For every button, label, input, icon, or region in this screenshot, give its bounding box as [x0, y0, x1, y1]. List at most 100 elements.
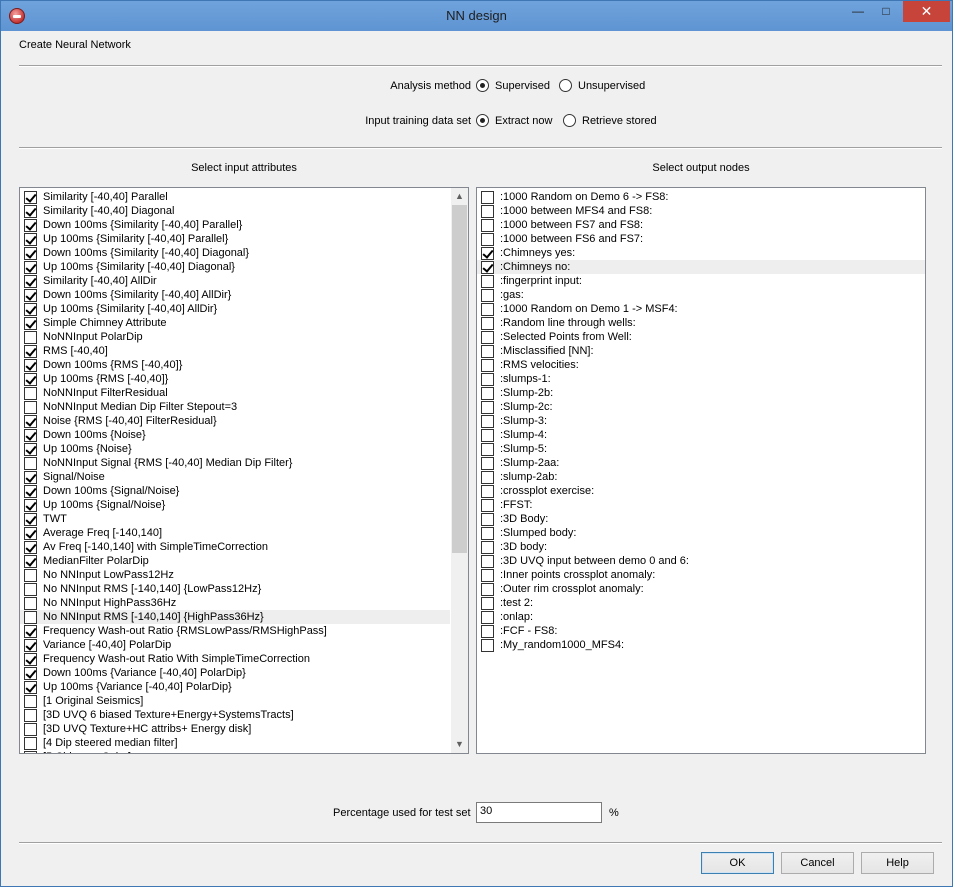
input-list-item[interactable]: RMS [-40,40] — [20, 344, 450, 358]
radio-extract-now[interactable] — [476, 114, 489, 127]
radio-retrieve-stored[interactable] — [563, 114, 576, 127]
input-item-label[interactable]: NoNNInput Median Dip Filter Stepout=3 — [43, 400, 237, 414]
input-list-item[interactable]: Up 100ms {Signal/Noise} — [20, 498, 450, 512]
input-checkbox[interactable] — [24, 611, 37, 624]
input-checkbox[interactable] — [24, 667, 37, 680]
output-item-label[interactable]: :FFST: — [500, 498, 532, 512]
input-list-item[interactable]: No NNInput RMS [-140,140] {HighPass36Hz} — [20, 610, 450, 624]
output-list-item[interactable]: :Slump-2b: — [477, 386, 925, 400]
input-list-item[interactable]: [4 Dip steered median filter] — [20, 736, 450, 750]
input-checkbox[interactable] — [24, 317, 37, 330]
output-item-label[interactable]: :crossplot exercise: — [500, 484, 594, 498]
output-checkbox[interactable] — [481, 443, 494, 456]
input-list-item[interactable]: Similarity [-40,40] AllDir — [20, 274, 450, 288]
output-checkbox[interactable] — [481, 555, 494, 568]
input-item-label[interactable]: [1 Original Seismics] — [43, 694, 143, 708]
output-checkbox[interactable] — [481, 275, 494, 288]
input-list-item[interactable]: Up 100ms {Variance [-40,40] PolarDip} — [20, 680, 450, 694]
input-list-item[interactable]: Down 100ms {RMS [-40,40]} — [20, 358, 450, 372]
input-item-label[interactable]: Down 100ms {RMS [-40,40]} — [43, 358, 182, 372]
input-checkbox[interactable] — [24, 569, 37, 582]
input-item-label[interactable]: [3D UVQ 6 biased Texture+Energy+SystemsT… — [43, 708, 294, 722]
input-item-label[interactable]: Up 100ms {RMS [-40,40]} — [43, 372, 168, 386]
output-list-item[interactable]: :Slump-5: — [477, 442, 925, 456]
input-item-label[interactable]: Down 100ms {Noise} — [43, 428, 146, 442]
output-list-item[interactable]: :slump-2ab: — [477, 470, 925, 484]
output-item-label[interactable]: :1000 Random on Demo 6 -> FS8: — [500, 190, 668, 204]
output-checkbox[interactable] — [481, 625, 494, 638]
input-checkbox[interactable] — [24, 737, 37, 750]
input-checkbox[interactable] — [24, 723, 37, 736]
input-item-label[interactable]: Up 100ms {Noise} — [43, 442, 132, 456]
input-checkbox[interactable] — [24, 639, 37, 652]
output-list-item[interactable]: :1000 between FS7 and FS8: — [477, 218, 925, 232]
input-checkbox[interactable] — [24, 289, 37, 302]
scroll-up-arrow-icon[interactable]: ▲ — [451, 188, 468, 205]
input-checkbox[interactable] — [24, 233, 37, 246]
output-checkbox[interactable] — [481, 527, 494, 540]
input-checkbox[interactable] — [24, 415, 37, 428]
output-list-item[interactable]: :1000 between FS6 and FS7: — [477, 232, 925, 246]
minimize-button[interactable]: — — [844, 1, 872, 22]
title-bar[interactable]: NN design — □ ✕ — [1, 1, 952, 31]
input-list-item[interactable]: Down 100ms {Noise} — [20, 428, 450, 442]
output-list-item[interactable]: :My_random1000_MFS4: — [477, 638, 925, 652]
output-list-item[interactable]: :Chimneys yes: — [477, 246, 925, 260]
input-list-item[interactable]: Average Freq [-140,140] — [20, 526, 450, 540]
input-list-item[interactable]: Up 100ms {Similarity [-40,40] Diagonal} — [20, 260, 450, 274]
input-checkbox[interactable] — [24, 695, 37, 708]
input-attributes-list[interactable]: ▲ ▼ Similarity [-40,40] Parallel Similari… — [19, 187, 469, 754]
output-item-label[interactable]: :Chimneys no: — [500, 260, 570, 274]
output-item-label[interactable]: :FCF - FS8: — [500, 624, 557, 638]
output-item-label[interactable]: :Slump-2b: — [500, 386, 553, 400]
radio-supervised-label[interactable]: Supervised — [495, 80, 550, 92]
output-list-item[interactable]: :1000 between MFS4 and FS8: — [477, 204, 925, 218]
scroll-thumb[interactable] — [452, 205, 467, 553]
input-list-item[interactable]: Av Freq [-140,140] with SimpleTimeCorrec… — [20, 540, 450, 554]
input-item-label[interactable]: Down 100ms {Similarity [-40,40] Diagonal… — [43, 246, 249, 260]
input-item-label[interactable]: Up 100ms {Similarity [-40,40] AllDir} — [43, 302, 217, 316]
input-checkbox[interactable] — [24, 429, 37, 442]
input-list-item[interactable]: [5 Chimney Cube] — [20, 750, 450, 753]
input-checkbox[interactable] — [24, 401, 37, 414]
input-checkbox[interactable] — [24, 625, 37, 638]
output-list-item[interactable]: :3D Body: — [477, 512, 925, 526]
output-checkbox[interactable] — [481, 289, 494, 302]
output-list-item[interactable]: :Selected Points from Well: — [477, 330, 925, 344]
output-list-item[interactable]: :FCF - FS8: — [477, 624, 925, 638]
output-list-item[interactable]: :3D UVQ input between demo 0 and 6: — [477, 554, 925, 568]
output-checkbox[interactable] — [481, 359, 494, 372]
output-checkbox[interactable] — [481, 205, 494, 218]
input-item-label[interactable]: Variance [-40,40] PolarDip — [43, 638, 171, 652]
output-checkbox[interactable] — [481, 569, 494, 582]
radio-retrieve-stored-label[interactable]: Retrieve stored — [582, 115, 657, 127]
input-item-label[interactable]: NoNNInput PolarDip — [43, 330, 143, 344]
input-list-item[interactable]: NoNNInput FilterResidual — [20, 386, 450, 400]
output-item-label[interactable]: :Slump-5: — [500, 442, 547, 456]
radio-extract-now-label[interactable]: Extract now — [495, 115, 552, 127]
output-list-item[interactable]: :Inner points crossplot anomaly: — [477, 568, 925, 582]
output-checkbox[interactable] — [481, 373, 494, 386]
output-checkbox[interactable] — [481, 639, 494, 652]
input-item-label[interactable]: NoNNInput FilterResidual — [43, 386, 168, 400]
input-checkbox[interactable] — [24, 205, 37, 218]
output-item-label[interactable]: :1000 Random on Demo 1 -> MSF4: — [500, 302, 678, 316]
input-item-label[interactable]: Up 100ms {Signal/Noise} — [43, 498, 165, 512]
output-list-item[interactable]: :1000 Random on Demo 1 -> MSF4: — [477, 302, 925, 316]
input-list-item[interactable]: Down 100ms {Similarity [-40,40] AllDir} — [20, 288, 450, 302]
input-item-label[interactable]: Similarity [-40,40] Diagonal — [43, 204, 174, 218]
input-list-item[interactable]: Similarity [-40,40] Diagonal — [20, 204, 450, 218]
input-list-item[interactable]: NoNNInput PolarDip — [20, 330, 450, 344]
input-item-label[interactable]: Frequency Wash-out Ratio {RMSLowPass/RMS… — [43, 624, 327, 638]
input-item-label[interactable]: Simple Chimney Attribute — [43, 316, 167, 330]
input-list-item[interactable]: Frequency Wash-out Ratio {RMSLowPass/RMS… — [20, 624, 450, 638]
input-item-label[interactable]: Similarity [-40,40] AllDir — [43, 274, 157, 288]
input-list-item[interactable]: MedianFilter PolarDip — [20, 554, 450, 568]
output-item-label[interactable]: :slump-2ab: — [500, 470, 557, 484]
input-item-label[interactable]: No NNInput RMS [-140,140] {LowPass12Hz} — [43, 582, 261, 596]
radio-unsupervised-label[interactable]: Unsupervised — [578, 80, 645, 92]
output-item-label[interactable]: :1000 between FS6 and FS7: — [500, 232, 643, 246]
output-item-label[interactable]: :Slump-2c: — [500, 400, 553, 414]
input-checkbox[interactable] — [24, 499, 37, 512]
input-list-scrollbar[interactable]: ▲ ▼ — [451, 188, 468, 753]
